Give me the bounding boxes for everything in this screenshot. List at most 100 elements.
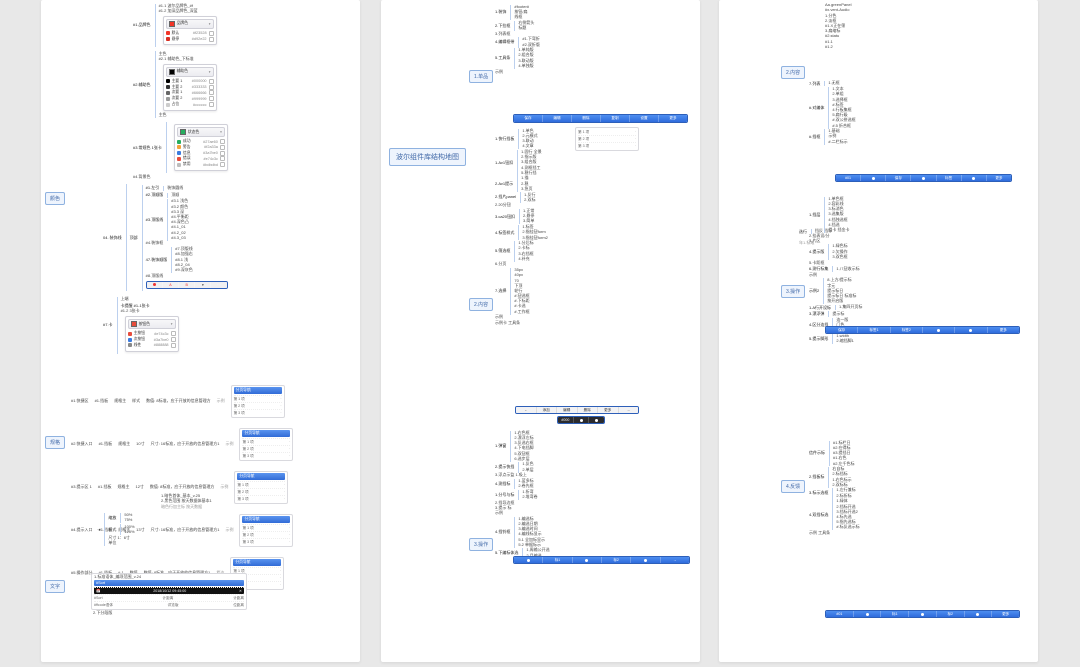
leaf: 1.八钮收示标 — [836, 266, 859, 271]
toolbar-segment[interactable]: 编辑 — [557, 407, 578, 413]
leaf: 1.集四开页标 — [839, 305, 862, 310]
branch: #.挡框1.基础示例#.二栏标示 — [809, 129, 1032, 145]
toolbar-segment[interactable] — [923, 327, 955, 333]
p3-toolbar-mid[interactable]: 保存标签1标签2 更多 — [825, 326, 1020, 334]
brand-color-label: #1.品牌色 — [133, 22, 151, 28]
toolbar-segment[interactable]: 标签2 — [891, 327, 923, 333]
spec-row: #1.快捷区#1.挡板规格主样式数值: 8标准，应于开放的信息管理方示例分页导航… — [71, 384, 354, 419]
swatch-name: 悬停 — [172, 37, 180, 42]
chevron-down-icon[interactable]: ▾ — [209, 70, 211, 74]
toolbar-segment[interactable] — [965, 611, 993, 617]
toolbar-segment[interactable] — [955, 327, 987, 333]
leaf: 4.单独版 — [518, 64, 533, 69]
color-chip — [166, 31, 170, 35]
segmented-toolbar-dots[interactable]: 标1 标2 → — [513, 556, 690, 564]
copy-icon[interactable] — [209, 96, 214, 101]
branch: 1.A行开设标1.集四开页标 — [809, 305, 1032, 311]
toolbar-segment[interactable] — [911, 175, 936, 181]
toolbar-segment[interactable]: 标签 — [937, 175, 962, 181]
leaf: 4.补充 — [518, 257, 533, 262]
swatch-header[interactable]: 辅助色 ▾ — [166, 67, 214, 77]
segmented-toolbar-light[interactable]: ←添加编辑删除更多→ — [515, 406, 639, 414]
copy-icon[interactable] — [209, 79, 214, 84]
p3-section-3-badge: 3.操作 — [781, 285, 805, 298]
toolbar-segment[interactable]: 更多 — [598, 407, 619, 413]
toolbar-segment[interactable]: 更多 — [987, 175, 1011, 181]
branch-label: #.挡框 — [809, 134, 820, 140]
copy-icon[interactable] — [209, 102, 214, 107]
spec-row: #3.提示区 1#1.挡板规格主12寸数值: 8标准，应于开放的信息管理方示例分… — [71, 470, 354, 505]
branch-label: 4.编辑框带 — [495, 39, 514, 45]
toolbar-segment[interactable] — [573, 557, 602, 563]
toolbar-segment[interactable] — [861, 175, 886, 181]
toolbar-segment[interactable]: 保存 — [514, 115, 543, 122]
toolbar-segment[interactable] — [962, 175, 987, 181]
toolbar-segment[interactable]: #000 — [558, 417, 574, 423]
chevron-down-icon[interactable]: ▾ — [209, 22, 211, 26]
toolbar-segment[interactable]: #01 — [826, 611, 854, 617]
toolbar-segment[interactable]: 添加 — [537, 407, 558, 413]
branch: 2.Av1提示1.描2.稳3.急页 — [495, 176, 694, 192]
toolbar-segment[interactable] — [514, 557, 543, 563]
toolbar-segment[interactable]: 标签1 — [858, 327, 890, 333]
branch: 4.双挡标选1.绿体2.挡标开选3.挡标开选24.标先选5.指先选标#.标反选示… — [809, 499, 1032, 530]
leaf: #.工作框 — [514, 309, 529, 314]
toolbar-segment[interactable]: 标1 — [881, 611, 909, 617]
toolbar-segment[interactable]: 复制 — [601, 115, 630, 122]
swatch-status: 状态色▾ 成功#27ae60 警告#f2a33a 信息#3a7be0 错误#e7… — [174, 124, 228, 171]
toolbar-segment[interactable]: 更多 — [988, 327, 1019, 333]
section-3-badge: 3.操作 — [469, 538, 493, 551]
toolbar-segment[interactable]: 标2 — [937, 611, 965, 617]
toolbar-segment[interactable]: 保存 — [886, 175, 911, 181]
swatch-header[interactable]: 品牌色 ▾ — [166, 19, 214, 29]
toolbar-segment[interactable]: 编辑 — [543, 115, 572, 122]
toolbar-segment[interactable]: → — [619, 407, 639, 413]
toolbar-segment[interactable]: → — [661, 557, 689, 563]
leaf: 示例 — [495, 69, 694, 74]
rounded-corner-mask — [1010, 634, 1034, 658]
swatch-buttons: 按钮色▾ 主按钮#e74c3c 次按钮#3a7be0 线性#888888 — [125, 316, 179, 351]
toolbar-segment[interactable]: 更多 — [659, 115, 687, 122]
toolbar-segment[interactable]: 标1 — [543, 557, 572, 563]
toolbar-segment[interactable] — [574, 417, 590, 423]
toolbar-segment[interactable] — [589, 417, 604, 423]
copy-icon[interactable] — [209, 90, 214, 95]
branch-label: 3.标示选框 — [809, 490, 828, 496]
toolbar-segment[interactable]: #01 — [836, 175, 861, 181]
calendar-icon[interactable]: 📅 — [96, 589, 100, 593]
mini-toolbar[interactable]: A B ▾ ⋯ — [146, 281, 228, 289]
swatch-row: 默认 #f23528 — [166, 31, 214, 36]
toolbar-segment[interactable]: 保存 — [826, 327, 858, 333]
branch: 信件示标#1.标栏日#2.在得标#3.提挡日#1.右色#2.左千色标 — [809, 441, 1032, 467]
chevron-down-icon[interactable]: ▾ — [220, 130, 222, 134]
branch: 1.分号与标1.折弯2.堆弯卷 — [495, 490, 694, 500]
panel-1: 颜色 #1.品牌色 #1.1 波尔品牌色_#f #1.2 加深品牌色_深蓝 品牌… — [41, 0, 360, 662]
copy-icon[interactable] — [209, 37, 214, 42]
toolbar-segment[interactable] — [631, 557, 660, 563]
toolbar-segment[interactable]: 标2 — [602, 557, 631, 563]
toolbar-segment[interactable] — [909, 611, 937, 617]
leaf: #.二栏标示 — [828, 139, 847, 144]
toolbar-segment[interactable]: 删除 — [572, 115, 601, 122]
diagram-title: 波尔组件库结构地图 — [389, 148, 466, 166]
leaf: 提示标 — [832, 311, 844, 316]
branch: 4.编辑框带#1.下弯折#2.双折版 — [495, 37, 694, 47]
branch-brand-color: #1.品牌色 #1.1 波尔品牌色_#f #1.2 加深品牌色_深蓝 品牌色 ▾… — [133, 4, 356, 48]
segmented-toolbar-dark[interactable]: #000 — [557, 416, 605, 424]
toolbar-segment[interactable]: 删除 — [578, 407, 599, 413]
segmented-toolbar-primary[interactable]: 保存编辑删除复制设置更多 — [513, 114, 688, 123]
close-icon[interactable]: ✕ — [239, 589, 242, 593]
p3-toolbar-top[interactable]: #01 保存 标签 更多 — [835, 174, 1012, 182]
copy-icon[interactable] — [209, 31, 214, 36]
p3-toolbar-bottom[interactable]: #01 标1 标2 更多 — [825, 610, 1020, 618]
toolbar-segment[interactable]: 设置 — [630, 115, 659, 122]
leaf: #4.背景色 — [133, 175, 356, 180]
toolbar-segment[interactable] — [854, 611, 882, 617]
branch-label: 4.提示版 — [809, 249, 824, 255]
branch-label: 1.Av1钮扣 — [495, 160, 513, 166]
color-chip — [169, 69, 175, 75]
toolbar-segment[interactable]: ← — [516, 407, 537, 413]
copy-icon[interactable] — [209, 85, 214, 90]
toolbar-segment[interactable]: 更多 — [992, 611, 1019, 617]
branch-label: 1.装饰 — [495, 9, 506, 15]
